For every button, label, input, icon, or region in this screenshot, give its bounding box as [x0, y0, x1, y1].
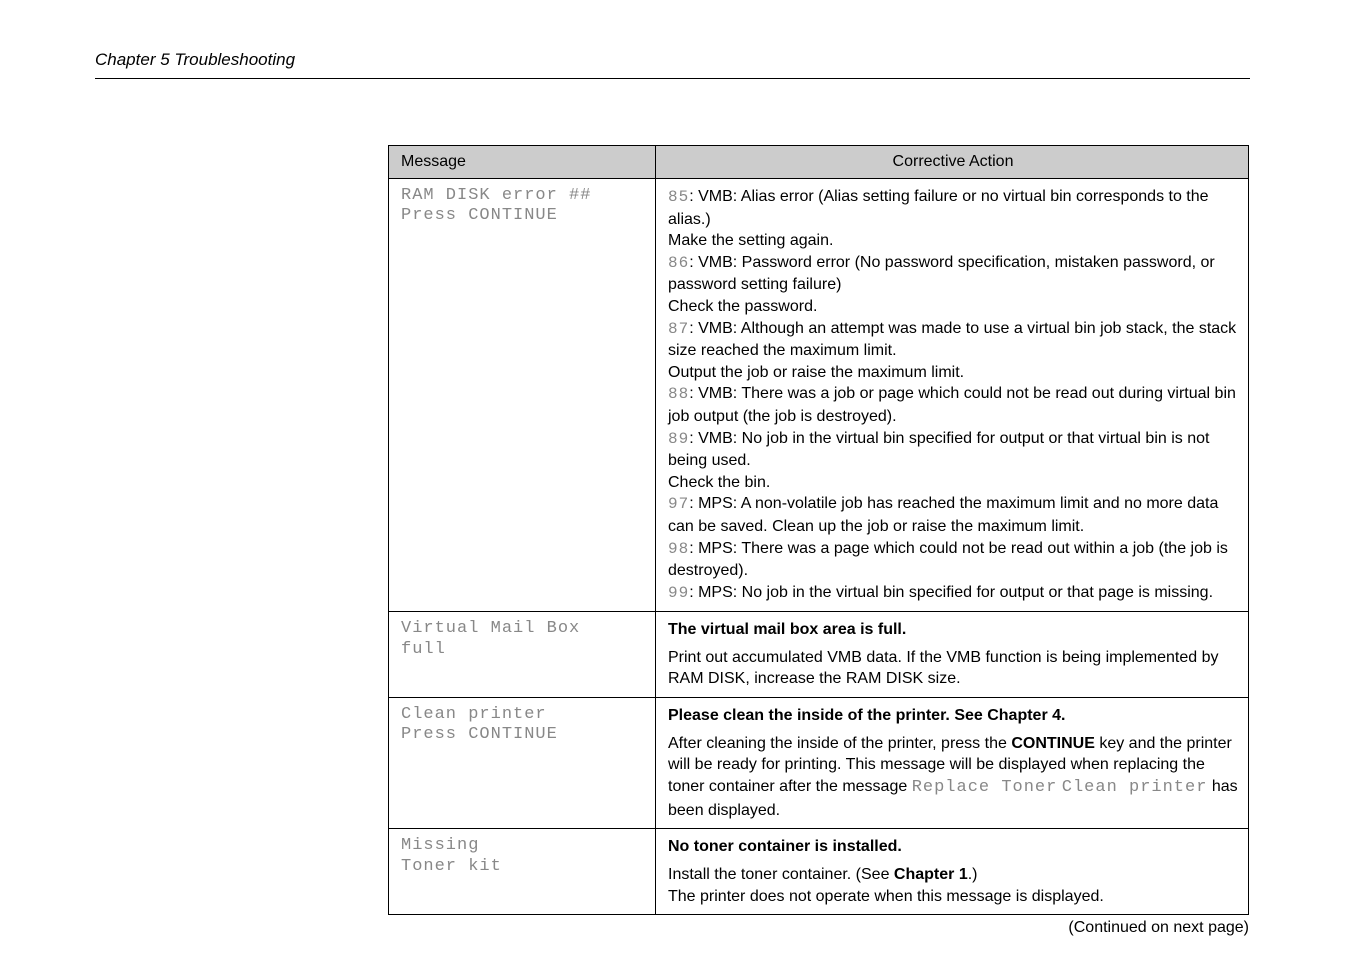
table-row: Missing Toner kit No toner container is … [389, 829, 1249, 915]
action-cell: 85: VMB: Alias error (Alias setting fail… [656, 179, 1249, 612]
action-cell: No toner container is installed. Install… [656, 829, 1249, 915]
lcd-line: Clean printer [401, 705, 547, 724]
action-heading: Please clean the inside of the printer. … [668, 707, 1065, 724]
action-text: Install the toner container. (See [668, 866, 894, 883]
col-header-action: Corrective Action [656, 146, 1249, 179]
continued-note: (Continued on next page) [1068, 919, 1249, 937]
action-heading: No toner container is installed. [668, 838, 902, 855]
action-text: The printer does not operate when this m… [668, 888, 1104, 905]
action-text: : VMB: Although an attempt was made to u… [668, 320, 1236, 360]
table-header-row: Message Corrective Action [389, 146, 1249, 179]
lcd-line: full [401, 640, 446, 659]
key-name: CONTINUE [1011, 735, 1095, 752]
table-row: RAM DISK error ## Press CONTINUE 85: VMB… [389, 179, 1249, 612]
lcd-line: Press CONTINUE [401, 206, 558, 225]
action-cell: Please clean the inside of the printer. … [656, 698, 1249, 829]
troubleshooting-table: Message Corrective Action RAM DISK error… [388, 145, 1249, 915]
lcd-line: Virtual Mail Box [401, 619, 580, 638]
message-cell: Virtual Mail Box full [389, 612, 656, 698]
lcd-line: Missing [401, 836, 479, 855]
error-code: 97 [668, 495, 689, 513]
error-code: 85 [668, 188, 689, 206]
col-header-message: Message [389, 146, 656, 179]
action-heading: The virtual mail box area is full. [668, 621, 906, 638]
action-text: : VMB: No job in the virtual bin specifi… [668, 430, 1209, 470]
message-cell: Missing Toner kit [389, 829, 656, 915]
message-cell: RAM DISK error ## Press CONTINUE [389, 179, 656, 612]
error-code: 99 [668, 584, 689, 602]
action-text: : VMB: There was a job or page which cou… [668, 385, 1236, 425]
lcd-line: RAM DISK error ## [401, 186, 591, 205]
error-code: 88 [668, 385, 689, 403]
table-row: Virtual Mail Box full The virtual mail b… [389, 612, 1249, 698]
action-text: : VMB: Alias error (Alias setting failur… [668, 188, 1209, 228]
lcd-inline: Replace Toner [912, 778, 1058, 797]
action-text: : MPS: A non-volatile job has reached th… [668, 495, 1218, 535]
action-text: After cleaning the inside of the printer… [668, 735, 1011, 752]
action-cell: The virtual mail box area is full. Print… [656, 612, 1249, 698]
action-text: Print out accumulated VMB data. If the V… [668, 649, 1219, 688]
table-row: Clean printer Press CONTINUE Please clea… [389, 698, 1249, 829]
lcd-line: Toner kit [401, 857, 502, 876]
action-text: : MPS: There was a page which could not … [668, 540, 1228, 580]
chapter-ref: Chapter 1 [894, 866, 968, 883]
chapter-title: Chapter 5 Troubleshooting [95, 50, 295, 70]
action-text: Output the job or raise the maximum limi… [668, 364, 964, 381]
error-code: 98 [668, 540, 689, 558]
action-text: Check the password. [668, 298, 817, 315]
action-text: : MPS: No job in the virtual bin specifi… [689, 584, 1213, 601]
action-text: Make the setting again. [668, 232, 833, 249]
lcd-inline: Clean printer [1062, 778, 1208, 797]
error-code: 87 [668, 320, 689, 338]
error-code: 86 [668, 254, 689, 272]
action-text: : VMB: Password error (No password speci… [668, 254, 1215, 294]
action-text: .) [968, 866, 978, 883]
message-cell: Clean printer Press CONTINUE [389, 698, 656, 829]
header-divider [95, 78, 1250, 79]
error-code: 89 [668, 430, 689, 448]
lcd-line: Press CONTINUE [401, 725, 558, 744]
action-text: Check the bin. [668, 474, 770, 491]
